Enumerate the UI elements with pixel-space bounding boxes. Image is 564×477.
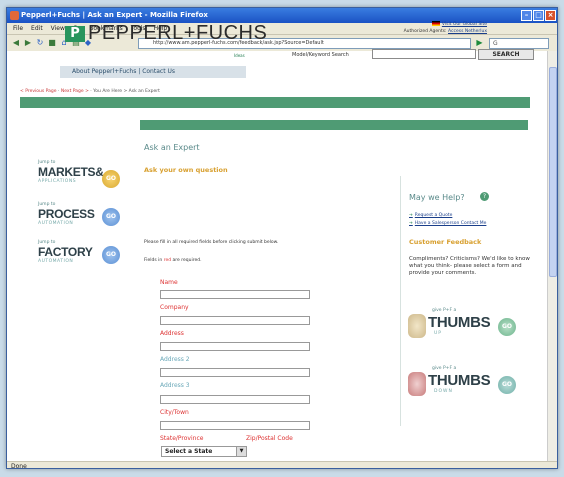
global-site-link[interactable]: Visit Our Global Site [442, 22, 487, 27]
thumbs-up-icon [408, 314, 426, 338]
logo-mark[interactable]: P [65, 26, 85, 42]
sidebar-title: FACTORY [38, 245, 93, 259]
minimize-icon[interactable]: – [521, 10, 532, 21]
maximize-icon[interactable]: □ [533, 10, 544, 21]
arrow-icon: ➔ [409, 213, 413, 218]
logo[interactable]: PEPPERL+FUCHS [88, 22, 267, 45]
menu-view[interactable]: View [51, 23, 65, 34]
name-field[interactable] [160, 290, 310, 299]
keyword-search-input[interactable] [372, 49, 476, 59]
authorized-agents-label: Authorized Agents: [403, 29, 447, 34]
sidebar-subtitle: APPLICATIONS [38, 179, 77, 184]
about-contact-bar[interactable]: About Pepperl+Fuchs | Contact Us [60, 66, 246, 78]
address-field[interactable] [160, 342, 310, 351]
utility-links: Visit Our Global Site Authorized Agents:… [372, 21, 487, 35]
name-label: Name [160, 279, 178, 286]
go-arrow-icon[interactable]: ▶ [474, 38, 485, 49]
green-band [20, 97, 530, 108]
next-page-link[interactable]: Next Page > [61, 89, 89, 94]
sidebar-process-button[interactable]: Jump to PROCESS AUTOMATION GO [36, 202, 122, 236]
keyword-search-label: Model/Keyword Search [292, 52, 349, 58]
close-icon[interactable]: × [545, 10, 556, 21]
thumbs-up-button[interactable]: give P+F a THUMBS UP GO [406, 308, 528, 352]
back-icon[interactable]: ◀ [11, 38, 21, 48]
arrow-icon: ➔ [409, 221, 413, 226]
required-prefix: Fields in [144, 258, 163, 263]
window-controls: – □ × [521, 10, 556, 21]
go-button[interactable]: GO [102, 170, 120, 188]
thumbs-word: THUMBS [428, 372, 491, 389]
address2-label: Address 2 [160, 356, 190, 363]
state-label: State/Province [160, 435, 204, 442]
required-suffix: are required. [172, 258, 202, 263]
thumbs-give-label: give P+F a [432, 366, 457, 371]
reload-icon[interactable]: ↻ [35, 38, 45, 48]
address3-field[interactable] [160, 395, 310, 404]
sidebar-factory-button[interactable]: Jump to FACTORY AUTOMATION GO [36, 240, 122, 274]
scrollbar-thumb[interactable] [549, 67, 557, 277]
search-button[interactable]: SEARCH [478, 49, 534, 60]
help-icon: ? [480, 192, 489, 201]
company-label: Company [160, 304, 189, 311]
address-label: Address [160, 330, 184, 337]
previous-page-link[interactable]: < Previous Page [20, 89, 57, 94]
go-button[interactable]: GO [498, 318, 516, 336]
customer-feedback-text: Compliments? Criticisms? We'd like to kn… [409, 256, 530, 276]
required-note: Fields in red are required. [144, 258, 202, 263]
authorized-agents-link[interactable]: Access Netherlux [448, 29, 487, 34]
menu-edit[interactable]: Edit [31, 23, 43, 34]
you-are-here: You Are Here > Ask an Expert [93, 89, 160, 94]
germany-flag-icon [431, 21, 440, 26]
breadcrumb: < Previous Page · Next Page > · You Are … [20, 89, 160, 94]
browser-search-input[interactable]: G [489, 38, 549, 49]
required-red-word: red [163, 258, 172, 263]
state-select-value: Select a State [165, 448, 213, 455]
address3-label: Address 3 [160, 382, 190, 389]
city-label: City/Town [160, 409, 189, 416]
salesperson-contact-label[interactable]: Have a Salesperson Contact Me [415, 221, 487, 226]
thumbs-word: THUMBS [428, 314, 491, 331]
thumbs-down-button[interactable]: give P+F a THUMBS DOWN GO [406, 366, 528, 410]
chevron-down-icon[interactable]: ▼ [236, 447, 246, 456]
content-header-bar [140, 120, 528, 130]
request-quote-label[interactable]: Request a Quote [415, 213, 453, 218]
page-title: Ask an Expert [144, 143, 200, 152]
thumbs-sub: DOWN [434, 389, 453, 394]
stop-icon[interactable]: ■ [47, 38, 57, 48]
thumbs-down-icon [408, 372, 426, 396]
sidebar-markets-button[interactable]: Jump to MARKETS& APPLICATIONS GO [36, 160, 122, 194]
forward-icon[interactable]: ▶ [23, 38, 33, 48]
request-quote-link[interactable]: ➔ Request a Quote [409, 213, 452, 218]
address2-field[interactable] [160, 368, 310, 377]
customer-feedback-title: Customer Feedback [409, 238, 482, 246]
zip-label: Zip/Postal Code [246, 435, 293, 442]
help-title: May we Help? [409, 193, 465, 202]
state-select[interactable]: Select a State ▼ [161, 446, 247, 457]
go-button[interactable]: GO [102, 246, 120, 264]
go-button[interactable]: GO [102, 208, 120, 226]
city-field[interactable] [160, 421, 310, 430]
company-field[interactable] [160, 316, 310, 325]
salesperson-contact-link[interactable]: ➔ Have a Salesperson Contact Me [409, 221, 486, 226]
menu-file[interactable]: File [13, 23, 23, 34]
tagline: Ideas [234, 53, 245, 58]
status-bar: Done [7, 461, 557, 468]
sidebar-title: MARKETS& [38, 165, 104, 179]
instructions: Please fill in all required fields befor… [144, 240, 279, 245]
sidebar-subtitle: AUTOMATION [38, 259, 74, 264]
thumbs-sub: UP [434, 331, 443, 336]
go-button[interactable]: GO [498, 376, 516, 394]
vertical-scrollbar[interactable] [547, 51, 557, 461]
firefox-icon [10, 11, 19, 20]
window-title: Pepperl+Fuchs | Ask an Expert - Mozilla … [21, 11, 208, 19]
page-subtitle: Ask your own question [144, 166, 228, 174]
thumbs-give-label: give P+F a [432, 308, 457, 313]
sidebar-subtitle: AUTOMATION [38, 221, 74, 226]
sidebar-title: PROCESS [38, 207, 95, 221]
